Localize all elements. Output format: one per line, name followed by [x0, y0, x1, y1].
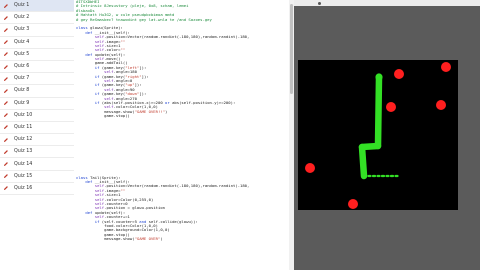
- sidebar-item-quiz-6[interactable]: Quiz 6: [0, 61, 74, 74]
- record-indicator-icon: [318, 1, 321, 5]
- pencil-icon: [3, 124, 9, 130]
- code-token: "GAME OVER": [134, 236, 161, 242]
- sidebar-item-label: Quiz 15: [14, 173, 33, 179]
- sidebar-item-label: Quiz 16: [14, 185, 33, 191]
- code-editor[interactable]: #ITSXDbHEI # Intrinsic 8Jesustory (pleje,…: [74, 0, 292, 270]
- pencil-icon: [3, 137, 9, 143]
- food-dot: [348, 199, 358, 209]
- sidebar-item-label: Quiz 14: [14, 161, 33, 167]
- food-dot: [436, 100, 446, 110]
- code-line[interactable]: [74, 255, 292, 259]
- sidebar-item-label: Quiz 12: [14, 137, 33, 143]
- sidebar-item-quiz-4[interactable]: Quiz 4: [0, 37, 74, 49]
- code-token: "": [120, 187, 126, 193]
- pencil-icon: [3, 76, 9, 82]
- sidebar-item-label: Quiz 4: [14, 39, 30, 45]
- snake-head: [375, 73, 383, 81]
- sidebar-item-quiz-13[interactable]: Quiz 13: [0, 146, 74, 159]
- sidebar-item-quiz-3[interactable]: Quiz 3: [0, 24, 74, 37]
- game-canvas[interactable]: [298, 60, 458, 210]
- sidebar-item-quiz-2[interactable]: Quiz 2: [0, 12, 74, 25]
- sidebar-item-quiz-10[interactable]: Quiz 10: [0, 110, 74, 122]
- output-toolbar: [294, 0, 480, 6]
- sidebar-item-quiz-9[interactable]: Quiz 9: [0, 98, 74, 110]
- pencil-icon: [3, 15, 9, 21]
- sidebar-item-label: Quiz 13: [14, 149, 33, 155]
- pencil-icon: [3, 161, 9, 167]
- pencil-icon: [3, 100, 9, 106]
- pencil-icon: [3, 27, 9, 33]
- pencil-icon: [3, 3, 9, 9]
- sidebar-item-quiz-1[interactable]: Quiz 1: [0, 0, 74, 13]
- code-token: abs(self.position.y)>=200):: [172, 99, 236, 105]
- pencil-icon: [3, 173, 9, 179]
- code-token: ]):: [139, 91, 147, 97]
- pencil-icon: [3, 64, 9, 70]
- food-dot: [394, 69, 404, 79]
- code-token: # gey ReSmasbec? tnawodint gey lat-wnla …: [76, 16, 212, 22]
- code-token: game.stop(): [104, 113, 130, 119]
- sidebar-item-label: Quiz 7: [14, 76, 30, 82]
- code-token: ): [165, 108, 168, 114]
- editor-scroll-thumb[interactable]: [290, 4, 293, 94]
- code-area[interactable]: #ITSXDbHEI # Intrinsic 8Jesustory (pleje,…: [74, 0, 292, 259]
- sidebar-item-label: Quiz 2: [14, 15, 30, 21]
- code-token: ]):: [139, 64, 147, 70]
- sidebar-item-label: Quiz 6: [14, 64, 30, 70]
- sidebar-item-label: Quiz 8: [14, 88, 30, 94]
- quiz-sidebar: Quiz 1 Quiz 2 Quiz 3 Quiz 4 Quiz 5 Quiz 6 Quiz…: [0, 0, 75, 270]
- sidebar-item-label: Quiz 3: [14, 27, 30, 33]
- quiz-list: Quiz 1 Quiz 2 Quiz 3 Quiz 4 Quiz 5 Quiz 6 Quiz…: [0, 0, 74, 195]
- code-token: "": [120, 38, 126, 44]
- pencil-icon: [3, 185, 9, 191]
- sidebar-item-label: Quiz 5: [14, 51, 30, 57]
- code-token: ): [160, 236, 163, 242]
- food-dot: [441, 62, 451, 72]
- sidebar-item-quiz-16[interactable]: Quiz 16: [0, 183, 74, 195]
- code-token: ]):: [134, 82, 142, 88]
- code-token: "GAME OVER!!": [134, 108, 166, 114]
- sidebar-item-quiz-7[interactable]: Quiz 7: [0, 73, 74, 86]
- code-token: message.show(: [104, 236, 135, 242]
- pencil-icon: [3, 149, 9, 155]
- snake-segment: [358, 143, 368, 180]
- snake-segment: [374, 73, 383, 150]
- sidebar-item-quiz-11[interactable]: Quiz 11: [0, 122, 74, 135]
- pencil-icon: [3, 112, 9, 118]
- sidebar-item-quiz-5[interactable]: Quiz 5: [0, 49, 74, 61]
- sidebar-item-label: Quiz 10: [14, 112, 33, 118]
- sidebar-item-quiz-15[interactable]: Quiz 15: [0, 171, 74, 183]
- food-dot: [305, 163, 315, 173]
- code-token: ]):: [141, 73, 149, 79]
- pencil-icon: [3, 51, 9, 57]
- code-token: or: [165, 99, 173, 105]
- pencil-icon: [3, 88, 9, 94]
- food-dot: [386, 102, 396, 112]
- code-token: .position=Vector(random.randint(-180,180…: [104, 183, 250, 189]
- game-svg: [305, 62, 451, 209]
- pencil-icon: [3, 39, 9, 45]
- sidebar-item-quiz-14[interactable]: Quiz 14: [0, 158, 74, 171]
- sidebar-item-quiz-8[interactable]: Quiz 8: [0, 85, 74, 98]
- sidebar-item-label: Quiz 1: [14, 3, 30, 9]
- sidebar-item-label: Quiz 11: [14, 124, 33, 130]
- code-token: .position=Vector(random.randint(-180,180…: [104, 34, 250, 40]
- sidebar-item-quiz-12[interactable]: Quiz 12: [0, 134, 74, 147]
- sidebar-item-label: Quiz 9: [14, 100, 30, 106]
